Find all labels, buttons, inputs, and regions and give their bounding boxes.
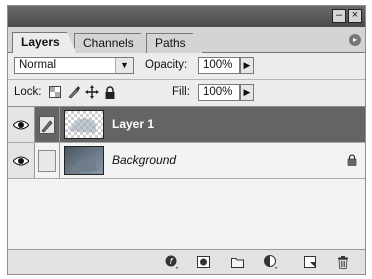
panel-footer: f (8, 249, 365, 274)
adjustment-layer-icon[interactable] (264, 255, 278, 269)
blend-mode-select[interactable]: Normal ▼ (14, 57, 134, 74)
visibility-eye-icon[interactable] (8, 143, 35, 178)
layer-name: Layer 1 (112, 117, 155, 131)
close-button[interactable]: × (348, 9, 362, 23)
blend-mode-value: Normal (19, 59, 57, 71)
lock-fill-row: Lock: Fill: 100% ▶ (8, 80, 365, 107)
brush-icon[interactable] (35, 107, 60, 142)
tab-layers[interactable]: Layers (12, 32, 77, 53)
tab-channels[interactable]: Channels (74, 33, 151, 53)
lock-label: Lock: (14, 86, 42, 98)
layer-thumbnail (64, 110, 104, 139)
lock-image-pixels-icon[interactable] (67, 85, 81, 99)
layer-row[interactable]: Background (8, 143, 365, 179)
tab-paths[interactable]: Paths (146, 33, 203, 53)
layer-link-slot[interactable] (35, 143, 60, 178)
chevron-down-icon: ▼ (115, 58, 133, 73)
layer-name: Background (112, 153, 177, 167)
layer-mask-icon[interactable] (196, 255, 210, 269)
fill-label: Fill: (172, 86, 190, 98)
new-group-icon[interactable] (230, 255, 244, 269)
blend-opacity-row: Normal ▼ Opacity: 100% ▶ (8, 53, 365, 80)
opacity-stepper[interactable]: ▶ (240, 57, 254, 74)
lock-icon (347, 154, 357, 169)
trash-icon[interactable] (336, 255, 350, 269)
lock-all-icon[interactable] (103, 85, 117, 99)
fill-stepper[interactable]: ▶ (240, 84, 254, 101)
panel-title-bar[interactable]: – × (8, 6, 365, 27)
layer-list: Layer 1 Background (8, 107, 365, 251)
layer-thumbnail (64, 146, 104, 175)
layer-row[interactable]: Layer 1 (8, 107, 365, 143)
panel-menu-icon[interactable]: ▸ (349, 34, 361, 46)
layer-style-icon[interactable]: f (165, 255, 179, 269)
visibility-eye-icon[interactable] (8, 107, 35, 142)
layers-panel: – × Layers Channels Paths ▸ Normal ▼ Opa… (7, 5, 366, 275)
minimize-button[interactable]: – (332, 9, 346, 23)
panel-tabs: Layers Channels Paths (8, 27, 365, 53)
new-layer-icon[interactable] (303, 255, 317, 269)
lock-position-icon[interactable] (85, 85, 99, 99)
fill-field[interactable]: 100% (198, 84, 240, 101)
opacity-label: Opacity: (145, 59, 188, 71)
opacity-field[interactable]: 100% (198, 57, 240, 74)
lock-transparency-icon[interactable] (48, 85, 62, 99)
